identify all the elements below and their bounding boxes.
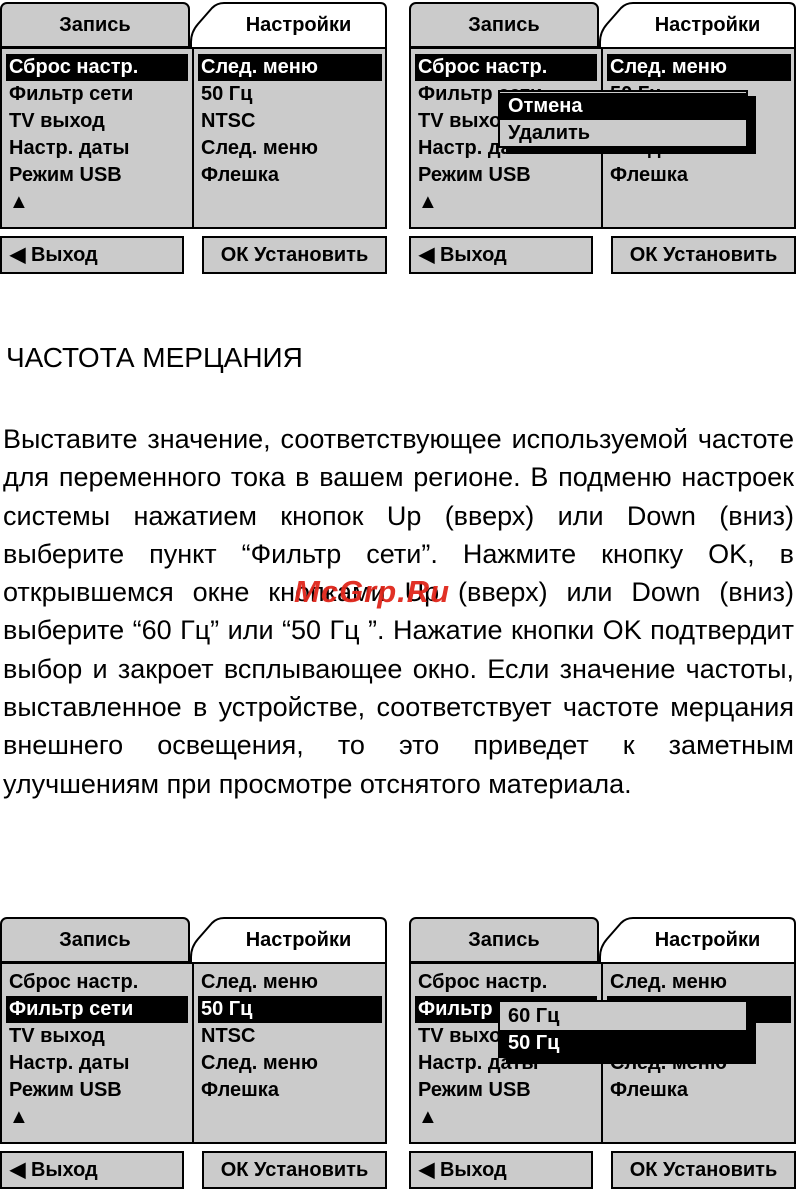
popup-option[interactable]: 60 Гц [500, 1003, 746, 1030]
menu-value[interactable]: След. меню [198, 1050, 382, 1077]
menu-item[interactable]: Режим USB [415, 162, 597, 189]
menu-screen-1: Запись Настройки Сброс настр. Фильтр сети TV… [0, 2, 390, 277]
exit-button[interactable]: ◀ Выход [409, 1151, 593, 1189]
menu-panel: Сброс настр. Фильтр сети TV выход Настр. да… [0, 962, 387, 1144]
exit-button[interactable]: ◀ Выход [409, 236, 593, 274]
menu-item[interactable]: Сброс настр. [415, 54, 597, 81]
watermark-logo: McGrp.Ru [294, 574, 451, 609]
scroll-up-arrow-icon[interactable]: ▲ [6, 1104, 188, 1131]
menu-item[interactable]: Режим USB [415, 1077, 597, 1104]
tab-record[interactable]: Запись [409, 917, 599, 963]
ok-set-button[interactable]: ОК Установить [611, 236, 796, 274]
menu-value[interactable]: NTSC [198, 108, 382, 135]
menu-value[interactable]: След. меню [198, 135, 382, 162]
menu-value[interactable]: Флешка [198, 1077, 382, 1104]
menu-value[interactable]: 50 Гц [198, 996, 382, 1023]
popup-option[interactable]: Удалить [500, 120, 746, 147]
tab-settings-label: Настройки [654, 929, 761, 951]
exit-button[interactable]: ◀ Выход [0, 1151, 184, 1189]
section-heading: ЧАСТОТА МЕРЦАНИЯ [6, 342, 303, 373]
popup-menu: Отмена Удалить [498, 90, 748, 148]
tab-settings[interactable]: Настройки [599, 2, 796, 48]
menu-item[interactable]: Фильтр сети [6, 81, 188, 108]
menu-item[interactable]: TV выход [6, 108, 188, 135]
body-paragraph: Выставите значение, соответствующее испо… [3, 424, 794, 799]
tab-settings[interactable]: Настройки [599, 917, 796, 963]
ok-set-button[interactable]: ОК Установить [202, 236, 387, 274]
menu-item[interactable]: Сброс настр. [6, 969, 188, 996]
menu-value[interactable]: След. меню [607, 54, 791, 81]
menu-value[interactable]: Флешка [198, 162, 382, 189]
popup-option[interactable]: Отмена [500, 93, 746, 120]
menu-item[interactable]: Сброс настр. [415, 969, 597, 996]
menu-value[interactable]: Флешка [607, 162, 791, 189]
tab-settings-label: Настройки [245, 14, 352, 36]
tab-settings-label: Настройки [654, 14, 761, 36]
settings-values: След. меню50 ГцNTSCСлед. менюФлешка [198, 54, 382, 189]
menu-screen-2: Запись Настройки Сброс настр. Фильтр сети TV… [409, 2, 797, 277]
menu-value[interactable]: След. меню [607, 969, 791, 996]
popup-menu: 60 Гц 50 Гц [498, 1000, 748, 1058]
popup-option[interactable]: 50 Гц [500, 1030, 746, 1057]
menu-screen-3: Запись Настройки Сброс настр. Фильтр сети TV… [0, 917, 390, 1192]
settings-list: Сброс настр. Фильтр сети TV выход Настр. да… [6, 54, 188, 216]
menu-value[interactable]: След. меню [198, 54, 382, 81]
settings-values: След. меню50 ГцNTSCСлед. менюФлешка [198, 969, 382, 1104]
tab-record[interactable]: Запись [0, 917, 190, 963]
tab-settings-label: Настройки [245, 929, 352, 951]
menu-panel: Сброс настр. Фильтр сети TV выход Настр. да… [0, 47, 387, 229]
exit-button[interactable]: ◀ Выход [0, 236, 184, 274]
column-divider [192, 964, 194, 1142]
ok-set-button[interactable]: ОК Установить [202, 1151, 387, 1189]
settings-list: Сброс настр. Фильтр сети TV выход Настр. да… [6, 969, 188, 1131]
column-divider [192, 49, 194, 227]
scroll-up-arrow-icon[interactable]: ▲ [415, 1104, 597, 1131]
menu-value[interactable]: NTSC [198, 1023, 382, 1050]
menu-item[interactable]: Режим USB [6, 1077, 188, 1104]
menu-item[interactable]: Настр. даты [6, 135, 188, 162]
tab-settings[interactable]: Настройки [190, 917, 387, 963]
tab-settings[interactable]: Настройки [190, 2, 387, 48]
tab-record[interactable]: Запись [409, 2, 599, 48]
menu-value[interactable]: След. меню [198, 969, 382, 996]
menu-screen-4: Запись Настройки Сброс настр. Фильтр сети TV… [409, 917, 797, 1192]
menu-item[interactable]: Фильтр сети [6, 996, 188, 1023]
tab-record[interactable]: Запись [0, 2, 190, 48]
menu-item[interactable]: Режим USB [6, 162, 188, 189]
menu-item[interactable]: TV выход [6, 1023, 188, 1050]
menu-value[interactable]: Флешка [607, 1077, 791, 1104]
menu-value[interactable]: 50 Гц [198, 81, 382, 108]
scroll-up-arrow-icon[interactable]: ▲ [415, 189, 597, 216]
menu-item[interactable]: Сброс настр. [6, 54, 188, 81]
scroll-up-arrow-icon[interactable]: ▲ [6, 189, 188, 216]
ok-set-button[interactable]: ОК Установить [611, 1151, 796, 1189]
menu-item[interactable]: Настр. даты [6, 1050, 188, 1077]
